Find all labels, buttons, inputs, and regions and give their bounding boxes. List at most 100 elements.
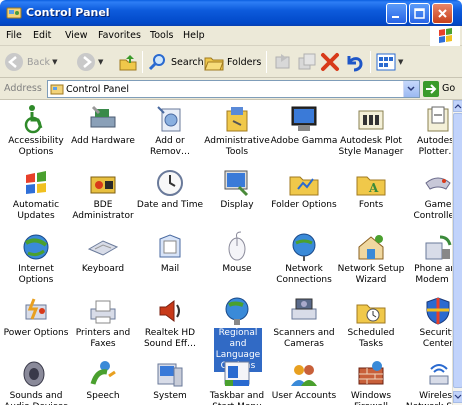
control-panel-item[interactable]: Add or Remov… xyxy=(139,103,201,163)
power-options-icon xyxy=(25,298,47,320)
menu-view[interactable]: View xyxy=(65,30,88,41)
wireless-network-icon xyxy=(429,364,449,385)
menu-favorites[interactable]: Favorites xyxy=(98,30,141,41)
control-panel-item[interactable]: A Fonts xyxy=(340,167,402,227)
control-panel-item[interactable]: Internet Options xyxy=(5,231,67,291)
game-controllers-icon xyxy=(425,177,451,190)
menu-file[interactable]: File xyxy=(6,30,22,41)
control-panel-item-label: Fonts xyxy=(358,200,384,210)
control-panel-item[interactable]: Mail xyxy=(139,231,201,291)
control-panel-item[interactable]: Windows Firewall xyxy=(340,358,402,405)
control-panel-item[interactable]: Display xyxy=(206,167,268,227)
control-panel-item-label: Printers and Faxes xyxy=(75,328,131,349)
views-grid-icon xyxy=(376,53,396,71)
move-to-button[interactable] xyxy=(273,51,293,73)
chevron-down-icon xyxy=(407,86,415,92)
maximize-icon xyxy=(414,8,425,19)
control-panel-item[interactable]: Taskbar and Start Menu xyxy=(206,358,268,405)
folder-options-icon xyxy=(289,176,319,196)
control-panel-item[interactable]: Network Connections xyxy=(273,231,335,291)
control-panel-item[interactable]: System xyxy=(139,358,201,405)
control-panel-item[interactable]: Add Hardware xyxy=(71,103,135,163)
menu-help[interactable]: Help xyxy=(183,30,205,41)
accessibility-icon xyxy=(24,105,43,134)
control-panel-item[interactable]: Scheduled Tasks xyxy=(340,295,402,355)
forward-button[interactable]: ▼ xyxy=(76,51,103,73)
menu-edit[interactable]: Edit xyxy=(33,30,51,41)
autodesk-plotter-icon xyxy=(427,106,449,132)
control-panel-item[interactable]: BDE Administrator xyxy=(72,167,134,227)
address-dropdown-button[interactable] xyxy=(403,81,419,97)
administrative-tools-icon xyxy=(226,107,248,132)
control-panel-item[interactable]: Sounds and Audio Devices xyxy=(4,358,68,405)
vertical-scrollbar[interactable] xyxy=(452,100,462,405)
up-folder-button[interactable] xyxy=(118,51,138,73)
scroll-down-button[interactable] xyxy=(453,391,462,403)
menu-tools[interactable]: Tools xyxy=(150,30,173,41)
title-bar[interactable]: Control Panel xyxy=(0,0,462,26)
control-panel-item[interactable]: Keyboard xyxy=(72,231,134,291)
control-panel-item[interactable]: Mouse xyxy=(206,231,268,291)
bde-administrator-icon xyxy=(90,176,116,194)
control-panel-item-label: Keyboard xyxy=(81,264,125,274)
control-panel-item-label: Display xyxy=(220,200,254,210)
control-panel-item[interactable]: Speech xyxy=(72,358,134,405)
control-panel-item-label: Folder Options xyxy=(271,200,337,210)
go-button[interactable] xyxy=(423,81,439,97)
security-center-icon xyxy=(426,297,450,325)
control-panel-item-label: Automatic Updates xyxy=(12,200,60,221)
control-panel-item[interactable]: Regional and Language Options xyxy=(206,295,268,372)
control-panel-item-label: Scheduled Tasks xyxy=(347,328,395,349)
search-label: Search xyxy=(171,56,204,68)
go-label[interactable]: Go xyxy=(442,83,455,94)
toolbar-separator xyxy=(370,51,371,73)
control-panel-item[interactable]: Accessibility Options xyxy=(5,103,67,163)
control-panel-item[interactable]: Automatic Updates xyxy=(5,167,67,227)
maximize-button[interactable] xyxy=(409,3,430,24)
sounds-audio-icon xyxy=(23,361,45,387)
control-panel-item-label: Network Setup Wizard xyxy=(337,264,405,285)
realtek-sound-icon xyxy=(159,300,180,322)
folders-button[interactable]: Folders xyxy=(204,51,261,73)
control-panel-item[interactable]: Power Options xyxy=(4,295,68,355)
control-panel-item[interactable]: Realtek HD Sound Eff… xyxy=(139,295,201,355)
back-arrow-icon xyxy=(5,53,23,71)
control-panel-item[interactable]: Folder Options xyxy=(271,167,337,227)
views-button[interactable]: ▼ xyxy=(376,51,403,73)
back-button[interactable]: Back ▼ xyxy=(4,51,57,73)
copy-to-icon xyxy=(298,53,316,70)
fonts-icon: A xyxy=(356,176,386,196)
display-icon xyxy=(224,170,249,197)
address-input[interactable]: Control Panel xyxy=(47,80,420,98)
window-title: Control Panel xyxy=(26,6,110,19)
control-panel-item[interactable]: Network Setup Wizard xyxy=(338,231,404,291)
control-panel-item[interactable]: Adobe Gamma xyxy=(271,103,337,163)
control-panel-icon xyxy=(6,7,22,19)
control-panel-icon xyxy=(50,84,64,95)
delete-button[interactable] xyxy=(320,51,340,73)
control-panel-item[interactable]: Date and Time xyxy=(137,167,203,227)
internet-options-icon xyxy=(23,234,49,260)
windows-logo-icon xyxy=(430,26,460,46)
control-panel-item-label: Realtek HD Sound Eff… xyxy=(143,328,197,349)
control-panel-item-label: Internet Options xyxy=(18,264,54,285)
control-panel-item[interactable]: Administrative Tools xyxy=(204,103,270,163)
control-panel-item[interactable]: Printers and Faxes xyxy=(72,295,134,355)
control-panel-item-label: BDE Administrator xyxy=(72,200,134,221)
scroll-thumb[interactable] xyxy=(453,113,462,388)
control-panel-item-label: Adobe Gamma xyxy=(270,136,338,146)
control-panel-item-label: Speech xyxy=(86,391,120,401)
undo-button[interactable] xyxy=(344,51,364,73)
adobe-gamma-icon xyxy=(291,106,317,131)
control-panel-item[interactable]: User Accounts xyxy=(272,358,336,405)
control-panel-item[interactable]: Autodesk Plot Style Manager xyxy=(339,103,403,163)
close-button[interactable] xyxy=(432,3,453,24)
minimize-button[interactable] xyxy=(386,3,407,24)
copy-to-button[interactable] xyxy=(297,51,317,73)
control-panel-item[interactable]: Scanners and Cameras xyxy=(273,295,335,355)
scroll-up-button[interactable] xyxy=(453,100,462,112)
network-setup-icon xyxy=(358,235,384,260)
toolbar: Back ▼ ▼ Search Folders ▼ xyxy=(0,46,462,78)
search-button[interactable]: Search xyxy=(148,51,204,73)
folders-label: Folders xyxy=(227,56,262,68)
